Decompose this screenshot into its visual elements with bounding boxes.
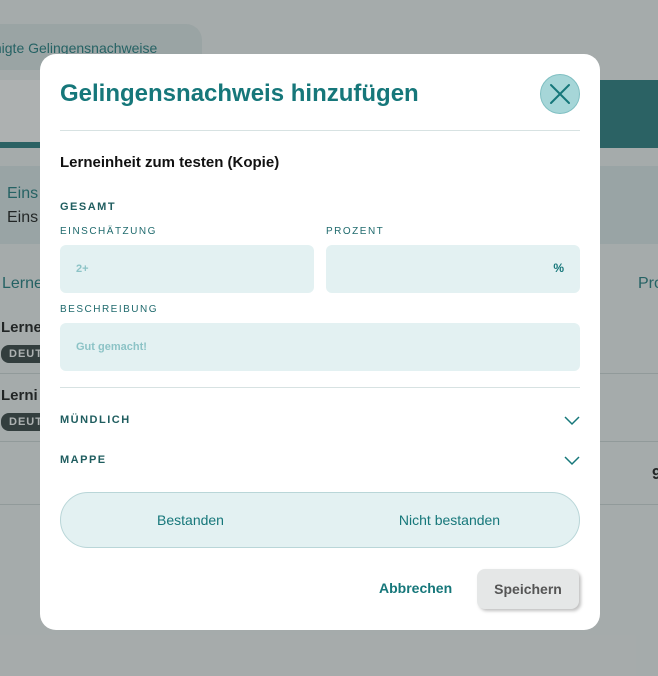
accordion-mappe[interactable]: MAPPE [60,454,107,466]
beschreibung-placeholder: Gut gemacht! [76,341,147,353]
percent-unit: % [553,261,564,275]
beschreibung-input[interactable]: Gut gemacht! [60,323,580,371]
einschaetzung-placeholder: 2+ [76,263,89,275]
accordion-muendlich[interactable]: MÜNDLICH [60,414,131,426]
cancel-button[interactable]: Abbrechen [379,580,452,596]
prozent-input[interactable]: % [326,245,580,293]
option-failed[interactable]: Nicht bestanden [320,493,579,547]
unit-title: Lerneinheit zum testen (Kopie) [60,154,280,171]
prozent-label: PROZENT [326,226,385,237]
modal-title: Gelingensnachweis hinzufügen [60,80,419,107]
section-label-gesamt: GESAMT [60,201,117,213]
header-divider [60,130,580,131]
close-button[interactable] [540,74,580,114]
option-passed[interactable]: Bestanden [61,493,320,547]
pass-fail-toggle: Bestanden Nicht bestanden [60,492,580,548]
chevron-down-icon[interactable] [564,416,580,426]
chevron-down-icon[interactable] [564,456,580,466]
beschreibung-label: BESCHREIBUNG [60,304,159,315]
add-evidence-modal: Gelingensnachweis hinzufügen Lerneinheit… [40,54,600,630]
save-button[interactable]: Speichern [477,569,579,609]
einschaetzung-input[interactable]: 2+ [60,245,314,293]
einschaetzung-label: EINSCHÄTZUNG [60,226,157,237]
section-divider [60,387,580,388]
close-icon [550,84,570,104]
